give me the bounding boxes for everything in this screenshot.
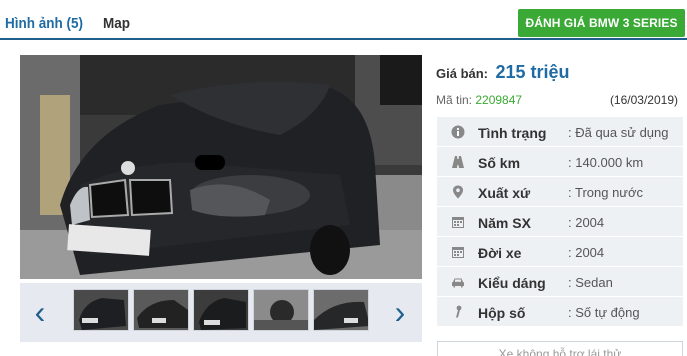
tab-photos[interactable]: Hình ảnh (5) <box>5 15 83 32</box>
car-icon <box>452 278 464 288</box>
road-icon <box>452 156 464 168</box>
thumbnail[interactable] <box>133 289 189 331</box>
spec-label: Kiểu dáng <box>478 275 546 291</box>
main-car-photo[interactable] <box>20 55 422 279</box>
gear-shift-icon <box>456 305 462 318</box>
price-value: 215 triệu <box>495 62 570 82</box>
thumbnail-strip: ‹ › <box>20 283 422 342</box>
spec-label: Đời xe <box>478 245 522 261</box>
spec-label: Số km <box>478 155 521 171</box>
listing-code-row: Mã tin: 2209847 (16/03/2019) <box>436 93 678 107</box>
spec-row-model-year: Đời xe : 2004 <box>437 237 683 267</box>
price-row: Giá bán: 215 triệu <box>436 62 570 83</box>
photo-gallery: ‹ › <box>20 55 422 342</box>
chevron-left-icon[interactable]: ‹ <box>30 295 50 329</box>
thumbnail[interactable] <box>73 289 129 331</box>
spec-label: Hộp số <box>478 305 526 321</box>
chevron-right-icon[interactable]: › <box>390 295 410 329</box>
spec-value: : 2004 <box>568 215 605 230</box>
calendar-icon <box>452 217 464 228</box>
spec-value: : 140.000 km <box>568 155 644 170</box>
spec-label: Năm SX <box>478 215 531 231</box>
calendar-icon <box>452 247 464 258</box>
spec-row-mileage: Số km : 140.000 km <box>437 147 683 177</box>
map-pin-icon <box>453 185 463 199</box>
thumbnail[interactable] <box>313 289 369 331</box>
tab-map[interactable]: Map <box>103 15 130 32</box>
posted-date: (16/03/2019) <box>609 93 678 107</box>
spec-table: Tình trạng : Đã qua sử dụng Số km : 140.… <box>437 117 683 327</box>
spec-row-condition: Tình trạng : Đã qua sử dụng <box>437 117 683 147</box>
spec-value: : Sedan <box>568 275 613 290</box>
code-value: 2209847 <box>475 93 523 107</box>
thumbnail[interactable] <box>193 289 249 331</box>
spec-label: Tình trạng <box>478 125 547 141</box>
spec-row-body-type: Kiểu dáng : Sedan <box>437 267 683 297</box>
thumbnail[interactable] <box>253 289 309 331</box>
info-icon <box>451 125 465 139</box>
tab-bar: Hình ảnh (5) Map ĐÁNH GIÁ BMW 3 SERIES <box>0 0 687 40</box>
spec-value: : 2004 <box>568 245 605 260</box>
spec-value: : Đã qua sử dụng <box>568 125 669 140</box>
spec-row-year: Năm SX : 2004 <box>437 207 683 237</box>
spec-label: Xuất xứ <box>478 185 531 201</box>
code-label: Mã tin: <box>436 93 473 107</box>
spec-value: : Trong nước <box>568 185 644 200</box>
test-drive-button[interactable]: Xe không hỗ trợ lái thử <box>437 341 683 356</box>
spec-row-origin: Xuất xứ : Trong nước <box>437 177 683 207</box>
spec-value: : Số tự động <box>568 305 640 320</box>
review-bmw-button[interactable]: ĐÁNH GIÁ BMW 3 SERIES <box>518 9 685 37</box>
spec-row-transmission: Hộp số : Số tự động <box>437 297 683 327</box>
price-label: Giá bán: <box>436 66 489 81</box>
